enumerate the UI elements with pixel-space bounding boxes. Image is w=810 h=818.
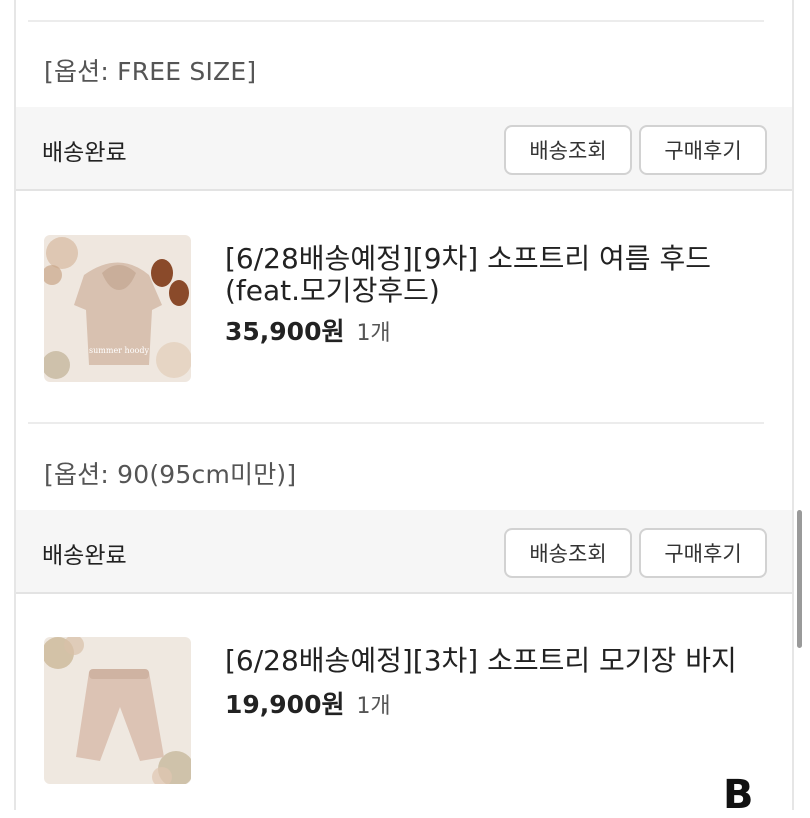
product-title-line2: (feat.모기장후드) <box>225 274 440 307</box>
option-text: [옵션: 90(95cm미만)] <box>44 460 297 489</box>
divider <box>28 422 764 424</box>
product-title-line1: [6/28배송예정][9차] 소프트리 여름 후드 <box>225 242 711 275</box>
write-review-button[interactable]: 구매후기 <box>639 528 767 578</box>
product-title[interactable]: [6/28배송예정][9차] 소프트리 여름 후드 (feat.모기장후드) <box>225 243 765 307</box>
product-quantity: 1개 <box>356 694 391 719</box>
product-title-line1: [6/28배송예정][3차] 소프트리 모기장 바지 <box>225 644 737 677</box>
scrollbar[interactable] <box>797 510 802 648</box>
option-text: [옵션: FREE SIZE] <box>44 57 257 86</box>
pants-image <box>44 637 191 784</box>
track-delivery-button[interactable]: 배송조회 <box>504 528 632 578</box>
hoodie-image: summer hoody <box>44 235 191 382</box>
product-price: 35,900원 <box>225 317 345 346</box>
brand-mark: B <box>723 772 754 818</box>
delivery-status: 배송완료 <box>42 140 127 166</box>
product-price: 19,900원 <box>225 690 345 719</box>
track-delivery-button[interactable]: 배송조회 <box>504 125 632 175</box>
price-line: 35,900원 1개 <box>225 312 391 348</box>
product-quantity: 1개 <box>356 321 391 346</box>
price-line: 19,900원 1개 <box>225 685 391 721</box>
write-review-button[interactable]: 구매후기 <box>639 125 767 175</box>
order-status-bar: 배송완료 배송조회 구매후기 <box>16 510 792 594</box>
divider <box>28 20 764 22</box>
product-thumbnail[interactable]: summer hoody <box>44 235 191 382</box>
delivery-status: 배송완료 <box>42 543 127 569</box>
image-caption: summer hoody <box>89 346 149 355</box>
product-title[interactable]: [6/28배송예정][3차] 소프트리 모기장 바지 <box>225 645 765 677</box>
order-status-bar: 배송완료 배송조회 구매후기 <box>16 107 792 191</box>
product-thumbnail[interactable] <box>44 637 191 784</box>
